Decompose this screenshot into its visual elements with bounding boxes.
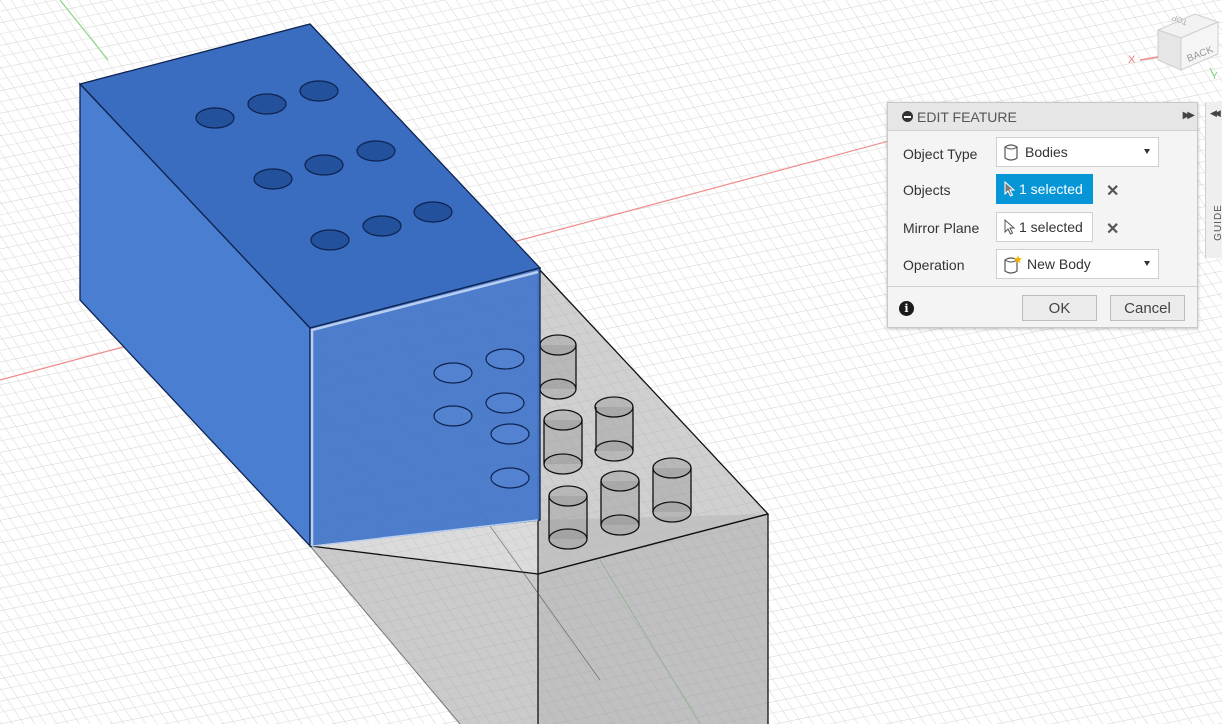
cursor-icon [1004,181,1016,197]
info-icon[interactable]: i [899,301,914,316]
operation-label: Operation [903,257,965,273]
new-body-icon [1004,255,1022,274]
chevron-down-icon [1144,149,1150,154]
row-object-type: Object Type [903,139,996,169]
close-icon[interactable]: ✕ [1106,181,1119,201]
ok-button[interactable]: OK [1022,295,1097,321]
objects-value: 1 selected [1019,181,1083,197]
svg-text:X: X [1128,54,1136,66]
operation-value: New Body [1027,256,1091,272]
guide-label: GUIDE [1212,204,1222,241]
expand-icon[interactable]: ▶▶ [1183,110,1196,121]
mirror-plane-selector[interactable]: 1 selected [996,212,1093,242]
guide-side-panel[interactable]: ◀◀ GUIDE [1205,102,1222,258]
objects-label: Objects [903,182,951,198]
collapse-icon[interactable]: ◀◀ [1210,108,1221,119]
object-type-value: Bodies [1025,144,1068,160]
close-icon[interactable]: ✕ [1106,219,1119,239]
mirror-plane-label: Mirror Plane [903,220,980,236]
dialog-header[interactable]: EDIT FEATURE ▶▶ [888,103,1197,131]
dialog-title: EDIT FEATURE [917,108,1017,125]
objects-selector[interactable]: 1 selected [996,174,1093,204]
mirror-plane-value: 1 selected [1019,219,1083,235]
cursor-icon [1004,219,1016,235]
operation-dropdown[interactable]: New Body [996,249,1159,279]
row-objects: Objects [903,175,996,205]
divider [888,286,1197,287]
object-type-dropdown[interactable]: Bodies [996,137,1159,167]
row-operation: Operation [903,250,996,280]
cancel-button[interactable]: Cancel [1110,295,1185,321]
edit-feature-dialog: EDIT FEATURE ▶▶ Object Type Bodies Objec… [887,102,1198,328]
body-icon [1004,144,1018,161]
minus-circle-icon[interactable] [902,111,913,122]
svg-text:Y: Y [1211,71,1218,82]
chevron-down-icon [1144,261,1150,266]
object-type-label: Object Type [903,146,978,162]
row-mirror-plane: Mirror Plane [903,213,996,243]
